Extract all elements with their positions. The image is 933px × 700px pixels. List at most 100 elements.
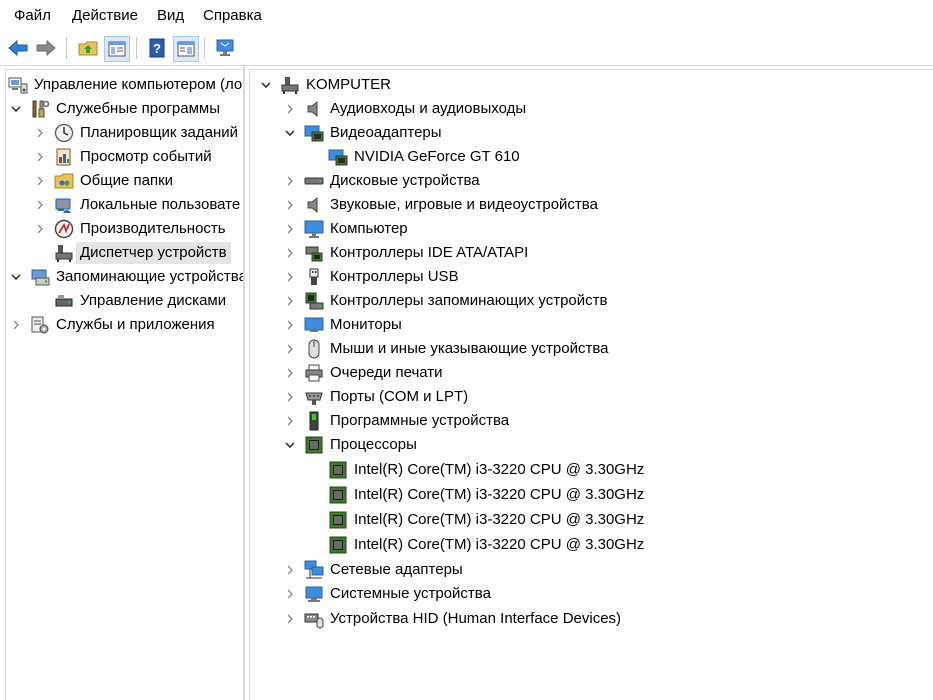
tree-item-event-viewer[interactable]: Просмотр событий [32,145,212,169]
chevron-down-icon[interactable] [282,125,298,141]
tree-label: Просмотр событий [80,148,212,165]
monitor-icon [304,315,324,335]
mouse-icon [304,339,324,359]
chevron-right-icon[interactable] [282,586,298,602]
tree-label: Диспетчер устройств [76,242,231,264]
chevron-right-icon[interactable] [32,221,48,237]
device-category[interactable]: Мониторы [282,313,402,337]
monitor-icon[interactable] [213,36,237,60]
tree-item-root[interactable]: Управление компьютером (ло [8,73,242,97]
chevron-right-icon[interactable] [282,341,298,357]
device-category[interactable]: Звуковые, игровые и видеоустройства [282,193,598,217]
chevron-right-icon[interactable] [282,562,298,578]
device-item[interactable]: Intel(R) Core(TM) i3-3220 CPU @ 3.30GHz [306,483,644,507]
device-category[interactable]: Контроллеры IDE ATA/ATAPI [282,241,528,265]
chevron-right-icon[interactable] [282,269,298,285]
chevron-right-icon[interactable] [282,389,298,405]
chevron-down-icon[interactable] [282,437,298,453]
chevron-right-icon[interactable] [282,413,298,429]
device-label: NVIDIA GeForce GT 610 [354,148,520,165]
chevron-down-icon[interactable] [8,269,24,285]
forward-icon[interactable] [34,36,58,60]
device-category[interactable]: Системные устройства [282,582,491,606]
device-label: Intel(R) Core(TM) i3-3220 CPU @ 3.30GHz [354,511,645,528]
console-tree-pane[interactable]: Управление компьютером (ло Служебные про… [0,66,245,700]
tree-item-disk-management[interactable]: Управление дисками [32,289,226,313]
printer-icon [304,363,324,383]
processor-icon [328,485,348,505]
chevron-right-icon[interactable] [282,293,298,309]
chevron-right-icon[interactable] [282,173,298,189]
device-item[interactable]: NVIDIA GeForce GT 610 [306,145,520,169]
event-viewer-icon [54,147,74,167]
device-tree-pane[interactable]: KOMPUTER Аудиовходы и аудиовыходы Видеоа… [247,66,933,700]
device-label: Очереди печати [330,364,443,381]
tree-item-storage[interactable]: Запоминающие устройства [8,265,245,289]
device-label: Процессоры [330,436,417,453]
tree-item-device-manager[interactable]: Диспетчер устройств [32,241,231,265]
properties-icon[interactable] [173,36,199,62]
svg-text:?: ? [153,41,161,56]
device-category[interactable]: Компьютер [282,217,408,241]
port-icon [304,387,324,407]
device-item[interactable]: Intel(R) Core(TM) i3-3220 CPU @ 3.30GHz [306,508,644,532]
device-label: Системные устройства [330,585,491,602]
device-category[interactable]: Дисковые устройства [282,169,480,193]
device-label: Мыши и иные указывающие устройства [330,340,609,357]
device-tree: KOMPUTER Аудиовходы и аудиовыходы Видеоа… [249,69,933,700]
tree-item-system-tools[interactable]: Служебные программы [8,97,220,121]
storage-controller-icon [304,291,324,311]
chevron-right-icon[interactable] [282,245,298,261]
back-icon[interactable] [6,36,30,60]
tree-item-shared-folders[interactable]: Общие папки [32,169,173,193]
tree-item-task-scheduler[interactable]: Планировщик заданий [32,121,238,145]
device-category[interactable]: Мыши и иные указывающие устройства [282,337,608,361]
device-category[interactable]: Процессоры [282,433,417,457]
device-label: Аудиовходы и аудиовыходы [330,100,527,117]
device-label: Intel(R) Core(TM) i3-3220 CPU @ 3.30GHz [354,486,645,503]
chevron-right-icon[interactable] [32,125,48,141]
chevron-right-icon[interactable] [282,101,298,117]
up-folder-icon[interactable] [76,36,100,60]
system-device-icon [304,584,324,604]
device-category[interactable]: Очереди печати [282,361,443,385]
chevron-right-icon[interactable] [282,365,298,381]
device-root[interactable]: KOMPUTER [258,73,391,97]
chevron-right-icon[interactable] [32,197,48,213]
device-category[interactable]: Видеоадаптеры [282,121,442,145]
device-item[interactable]: Intel(R) Core(TM) i3-3220 CPU @ 3.30GHz [306,458,644,482]
device-manager-icon [54,243,74,263]
chevron-right-icon[interactable] [32,173,48,189]
device-category[interactable]: Контроллеры USB [282,265,459,289]
chevron-right-icon[interactable] [8,317,24,333]
tree-item-performance[interactable]: Производительность [32,217,226,241]
device-category[interactable]: Порты (COM и LPT) [282,385,468,409]
show-hide-tree-icon[interactable] [104,36,130,62]
menu-help[interactable]: Справка [203,7,262,24]
disk-management-icon [54,291,74,311]
tree-label: Службы и приложения [56,316,215,333]
tree-item-local-users[interactable]: Локальные пользовате [32,193,240,217]
help-icon[interactable]: ? [145,36,169,60]
chevron-right-icon[interactable] [282,317,298,333]
chevron-down-icon[interactable] [258,77,274,93]
device-category[interactable]: Аудиовходы и аудиовыходы [282,97,526,121]
tree-item-services-apps[interactable]: Службы и приложения [8,313,215,337]
tree-label: Запоминающие устройства [56,268,245,285]
menu-action[interactable]: Действие [72,7,138,24]
device-category[interactable]: Программные устройства [282,409,509,433]
device-label: Компьютер [330,220,408,237]
chevron-right-icon[interactable] [282,221,298,237]
chevron-right-icon[interactable] [32,149,48,165]
device-category[interactable]: Контроллеры запоминающих устройств [282,289,607,313]
menu-file[interactable]: Файл [14,7,51,24]
device-category[interactable]: Сетевые адаптеры [282,558,463,582]
device-item[interactable]: Intel(R) Core(TM) i3-3220 CPU @ 3.30GHz [306,533,644,557]
menu-view[interactable]: Вид [157,7,184,24]
chevron-right-icon[interactable] [282,197,298,213]
device-category[interactable]: Устройства HID (Human Interface Devices) [282,607,621,631]
chevron-right-icon[interactable] [282,611,298,627]
clock-icon [54,123,74,143]
chevron-down-icon[interactable] [8,101,24,117]
device-label: Контроллеры IDE ATA/ATAPI [330,244,529,261]
